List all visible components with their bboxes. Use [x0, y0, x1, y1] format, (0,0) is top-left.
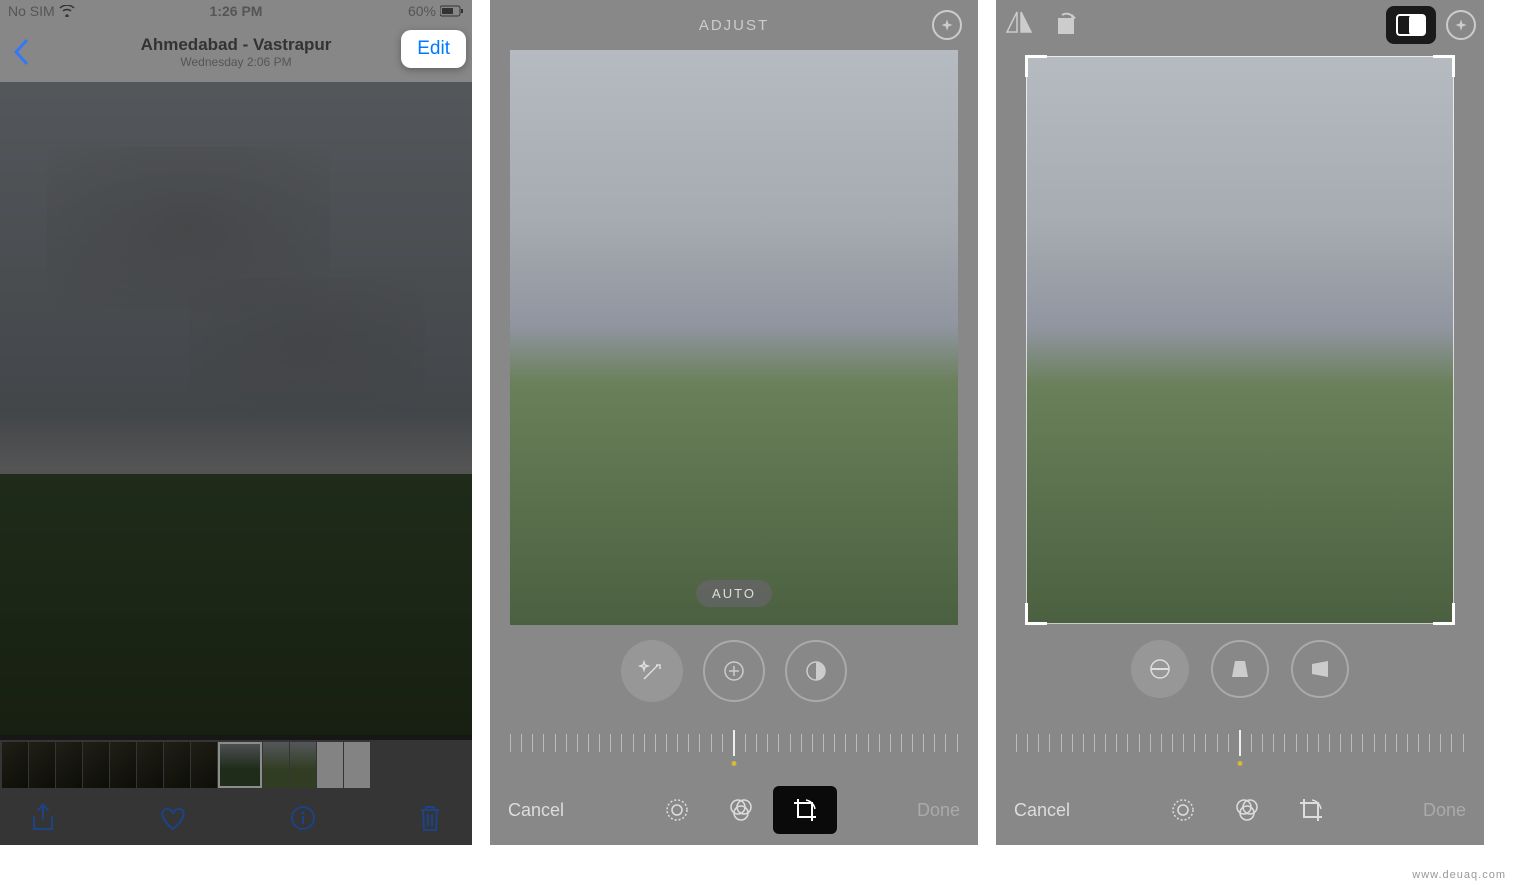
- auto-enhance-tool[interactable]: [621, 640, 683, 702]
- cancel-button[interactable]: Cancel: [508, 800, 564, 821]
- flip-horizontal-icon[interactable]: [1004, 10, 1034, 38]
- bottom-toolbar: [0, 790, 472, 845]
- photo-preview[interactable]: [0, 82, 472, 735]
- trash-icon[interactable]: [418, 804, 442, 832]
- straighten-tool[interactable]: [1131, 640, 1189, 698]
- status-bar: No SIM 1:26 PM 60%: [0, 0, 472, 22]
- done-button[interactable]: Done: [1423, 800, 1466, 821]
- clock: 1:26 PM: [210, 3, 263, 19]
- favorite-icon[interactable]: [158, 805, 188, 831]
- adjust-tab[interactable]: [645, 786, 709, 834]
- brilliance-tool[interactable]: [785, 640, 847, 702]
- photo-detail-screen: No SIM 1:26 PM 60% Ahmedabad - Vastrapur…: [0, 0, 472, 845]
- edit-tabs: [1151, 786, 1343, 834]
- crop-handle-bl[interactable]: [1025, 603, 1047, 625]
- crop-top-left-tools: [1004, 10, 1080, 38]
- thumbnail[interactable]: [344, 742, 370, 788]
- cancel-button[interactable]: Cancel: [1014, 800, 1070, 821]
- adjust-title: ADJUST: [699, 17, 769, 34]
- watermark: www.deuaq.com: [1412, 869, 1506, 881]
- nav-title: Ahmedabad - Vastrapur Wednesday 2:06 PM: [141, 35, 332, 69]
- auto-enhance-icon[interactable]: [932, 10, 962, 40]
- carrier-label: No SIM: [8, 3, 55, 19]
- info-icon[interactable]: [290, 805, 316, 831]
- photo-location: Ahmedabad - Vastrapur: [141, 35, 332, 55]
- wifi-icon: [59, 5, 75, 17]
- edit-tabs: [645, 786, 837, 834]
- vertical-perspective-tool[interactable]: [1211, 640, 1269, 698]
- crop-edit-screen: Cancel Done: [996, 0, 1484, 845]
- thumbnail[interactable]: [110, 742, 136, 788]
- filters-tab[interactable]: [709, 786, 773, 834]
- rotate-icon[interactable]: [1052, 10, 1080, 38]
- crop-frame[interactable]: [1026, 56, 1454, 624]
- slider-indicator: [732, 761, 737, 766]
- filters-tab[interactable]: [1215, 786, 1279, 834]
- adjust-edit-screen: ADJUST AUTO Cancel: [490, 0, 978, 845]
- share-icon[interactable]: [30, 803, 56, 833]
- crop-photo-preview[interactable]: [1026, 56, 1454, 624]
- thumbnail[interactable]: [263, 742, 289, 788]
- edit-header: ADJUST: [490, 0, 978, 50]
- nav-bar: Ahmedabad - Vastrapur Wednesday 2:06 PM …: [0, 22, 472, 82]
- crop-handle-br[interactable]: [1433, 603, 1455, 625]
- exposure-tool[interactable]: [703, 640, 765, 702]
- edit-bottom-bar: Cancel Done: [490, 775, 978, 845]
- crop-tools-row: [996, 640, 1484, 698]
- crop-tab[interactable]: [1279, 786, 1343, 834]
- adjust-tab[interactable]: [1151, 786, 1215, 834]
- adjust-tools-row: [490, 640, 978, 702]
- crop-handle-tr[interactable]: [1433, 55, 1455, 77]
- back-button[interactable]: [12, 38, 30, 66]
- thumbnail[interactable]: [317, 742, 343, 788]
- done-button[interactable]: Done: [917, 800, 960, 821]
- thumbnail[interactable]: [29, 742, 55, 788]
- thumbnail[interactable]: [290, 742, 316, 788]
- thumbnail[interactable]: [83, 742, 109, 788]
- edit-button[interactable]: Edit: [401, 30, 466, 68]
- crop-top-right-tools: [1386, 6, 1476, 44]
- thumbnail-strip[interactable]: [0, 740, 472, 790]
- thumbnail[interactable]: [2, 742, 28, 788]
- horizontal-perspective-tool[interactable]: [1291, 640, 1349, 698]
- thumbnail[interactable]: [56, 742, 82, 788]
- battery-icon: [440, 5, 464, 17]
- auto-enhance-icon[interactable]: [1446, 10, 1476, 40]
- adjust-slider[interactable]: [510, 726, 958, 760]
- crop-slider[interactable]: [1016, 726, 1464, 760]
- crop-tab[interactable]: [773, 786, 837, 834]
- thumbnail[interactable]: [137, 742, 163, 788]
- edit-photo-preview[interactable]: AUTO: [510, 50, 958, 625]
- thumbnail[interactable]: [164, 742, 190, 788]
- crop-handle-tl[interactable]: [1025, 55, 1047, 77]
- slider-indicator: [1238, 761, 1243, 766]
- edit-bottom-bar: Cancel Done: [996, 775, 1484, 845]
- thumbnail-current[interactable]: [218, 742, 262, 788]
- battery-label: 60%: [408, 3, 436, 19]
- auto-pill[interactable]: AUTO: [696, 580, 772, 607]
- aspect-ratio-button[interactable]: [1386, 6, 1436, 44]
- photo-datetime: Wednesday 2:06 PM: [141, 55, 332, 69]
- thumbnail[interactable]: [191, 742, 217, 788]
